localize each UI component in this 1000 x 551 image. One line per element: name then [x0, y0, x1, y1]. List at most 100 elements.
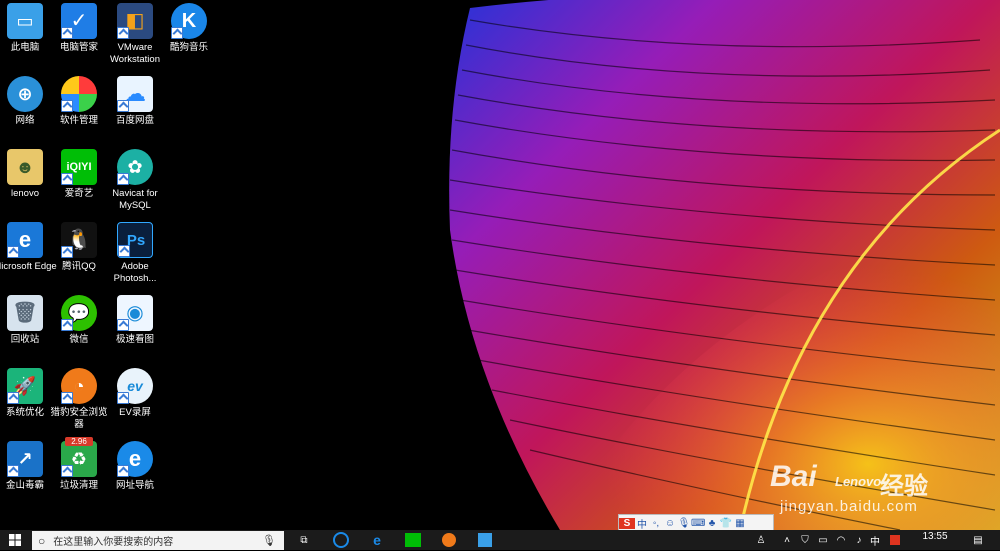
icon-label: 垃圾清理	[59, 480, 98, 491]
taskbar: ○ 在这里输入你要搜索的内容 🎙 ⧉ e ♙ ˄ ⛉ ▭ ◠ ♪ 中 13:55…	[0, 530, 1000, 550]
desktop-icon-wechat[interactable]: 💬 微信	[47, 293, 111, 363]
icon-label: EV录屏	[119, 407, 151, 418]
navicat-icon: ✿	[117, 149, 153, 185]
ev-recorder-icon: ev	[117, 368, 153, 404]
taskbar-cheetah-browser-icon[interactable]	[438, 530, 460, 550]
shortcut-arrow-icon	[7, 465, 19, 477]
trash-cleaner-icon: 2.96 ♻	[61, 437, 97, 477]
icon-label: 微信	[69, 334, 89, 345]
shortcut-arrow-icon	[117, 392, 129, 404]
skin-shirt-icon[interactable]: 👕	[719, 518, 733, 529]
ie-navigation-icon: e	[117, 441, 153, 477]
shortcut-arrow-icon	[117, 465, 129, 477]
security-shield-icon[interactable]: ⛉	[798, 530, 812, 550]
action-center-icon[interactable]: ▤	[968, 530, 988, 550]
icon-label: Adobe Photosh...	[113, 261, 157, 284]
chevron-up-icon[interactable]: ˄	[780, 530, 794, 550]
shortcut-arrow-icon	[7, 246, 19, 258]
icon-label: Navicat for MySQL	[112, 188, 158, 211]
user-folder-icon: ☻	[7, 149, 43, 185]
shortcut-arrow-icon	[117, 27, 129, 39]
edge-icon: e	[7, 222, 43, 258]
cheetah-browser-icon: ◔	[61, 368, 97, 404]
microphone-icon[interactable]: 🎙	[262, 534, 276, 547]
network-icon: ⊕	[7, 76, 43, 112]
antivirus-icon: ↗	[7, 441, 43, 477]
shield-icon: ✓	[61, 3, 97, 39]
tools-icon[interactable]: ♣	[705, 518, 719, 529]
desktop-icon-software-manager[interactable]: 软件管理	[47, 74, 111, 144]
icon-label: 百度网盘	[115, 115, 154, 126]
desktop-icon-iqiyi[interactable]: iQIYI 爱奇艺	[47, 147, 111, 217]
cortana-icon[interactable]	[330, 530, 352, 550]
taskbar-edge-icon[interactable]: e	[366, 530, 388, 550]
watermark-url: jingyan.baidu.com	[780, 498, 918, 515]
system-optimize-icon: 🚀	[7, 368, 43, 404]
icon-label: 猎豹安全浏览器	[50, 407, 108, 430]
icon-label: 极速看图	[115, 334, 154, 345]
ime-lang-indicator[interactable]: 中	[868, 530, 882, 550]
shortcut-arrow-icon	[7, 392, 19, 404]
task-view-icon[interactable]: ⧉	[294, 530, 314, 550]
search-placeholder: 在这里输入你要搜索的内容	[53, 537, 174, 548]
qq-penguin-icon: 🐧	[61, 222, 97, 258]
punctuation-icon[interactable]: ◦,	[649, 518, 663, 529]
music-k-icon: K	[171, 3, 207, 39]
sogou-tray-icon[interactable]	[888, 530, 902, 550]
wifi-icon[interactable]: ◠	[834, 530, 848, 550]
search-icon: ○	[38, 533, 46, 548]
shortcut-arrow-icon	[171, 27, 183, 39]
desktop-icon-pc-manager[interactable]: ✓ 电脑管家	[47, 1, 111, 71]
shortcut-arrow-icon	[61, 173, 73, 185]
windows-logo-icon	[9, 534, 21, 546]
desktop: ▭ 此电脑 ✓ 电脑管家 ◧ VMware Workstation K 酷狗音乐…	[0, 0, 1000, 530]
taskbar-app-icon[interactable]	[474, 530, 496, 550]
shortcut-arrow-icon	[61, 27, 73, 39]
image-viewer-icon: ◉	[117, 295, 153, 331]
taskbar-iqiyi-icon[interactable]	[402, 530, 424, 550]
taskbar-search-box[interactable]: ○ 在这里输入你要搜索的内容 🎙	[32, 531, 284, 550]
shortcut-arrow-icon	[117, 319, 129, 331]
icon-label: 酷狗音乐	[169, 42, 208, 53]
watermark-brand: Bai	[770, 460, 817, 493]
desktop-icon-kugou[interactable]: K 酷狗音乐	[157, 1, 221, 71]
desktop-icon-navicat[interactable]: ✿ Navicat for MySQL	[103, 147, 167, 217]
recycle-bin-icon: 🗑	[7, 295, 43, 331]
shortcut-arrow-icon	[117, 100, 129, 112]
start-button[interactable]	[0, 530, 30, 550]
desktop-icon-qq[interactable]: 🐧 腾讯QQ	[47, 220, 111, 290]
sogou-logo-icon: S	[619, 517, 635, 529]
desktop-icon-cheetah-browser[interactable]: ◔ 猎豹安全浏览器	[47, 366, 111, 436]
icon-label: 腾讯QQ	[62, 261, 96, 272]
microphone-icon[interactable]: 🎙	[677, 518, 691, 529]
shortcut-arrow-icon	[118, 245, 130, 257]
desktop-icon-ev-recorder[interactable]: ev EV录屏	[103, 366, 167, 436]
desktop-icon-trash-cleaner[interactable]: 2.96 ♻ 垃圾清理	[47, 437, 111, 509]
iqiyi-icon: iQIYI	[61, 149, 97, 185]
battery-icon[interactable]: ▭	[816, 530, 830, 550]
people-icon[interactable]: ♙	[752, 530, 770, 550]
icon-label: 爱奇艺	[64, 188, 94, 199]
desktop-icon-photoshop[interactable]: Ps Adobe Photosh...	[103, 220, 167, 290]
shortcut-arrow-icon	[61, 392, 73, 404]
wallpaper-brand-text: Lenovo	[835, 474, 882, 489]
keyboard-icon[interactable]: ⌨	[691, 518, 705, 529]
shortcut-arrow-icon	[61, 100, 73, 112]
icon-label: 网址导航	[115, 480, 154, 491]
grid-menu-icon[interactable]: ▦	[733, 518, 747, 529]
software-manager-icon	[61, 76, 97, 112]
vmware-icon: ◧	[117, 3, 153, 39]
volume-icon[interactable]: ♪	[852, 530, 866, 550]
icon-label: 电脑管家	[59, 42, 98, 53]
watermark-brand-cn: 经验	[880, 473, 928, 500]
desktop-icon-baidu-netdisk[interactable]: ☁ 百度网盘	[103, 74, 167, 144]
shortcut-arrow-icon	[61, 246, 73, 258]
icon-label: 软件管理	[59, 115, 98, 126]
emoji-icon[interactable]: ☺	[663, 518, 677, 529]
shortcut-arrow-icon	[117, 173, 129, 185]
clock-time[interactable]: 13:55	[912, 530, 958, 551]
ime-toolbar[interactable]: S 中 ◦, ☺ 🎙 ⌨ ♣ 👕 ▦	[618, 514, 774, 530]
desktop-icon-image-viewer[interactable]: ◉ 极速看图	[103, 293, 167, 363]
desktop-icon-ie-navigation[interactable]: e 网址导航	[103, 439, 167, 509]
ime-lang-toggle[interactable]: 中	[635, 516, 649, 531]
